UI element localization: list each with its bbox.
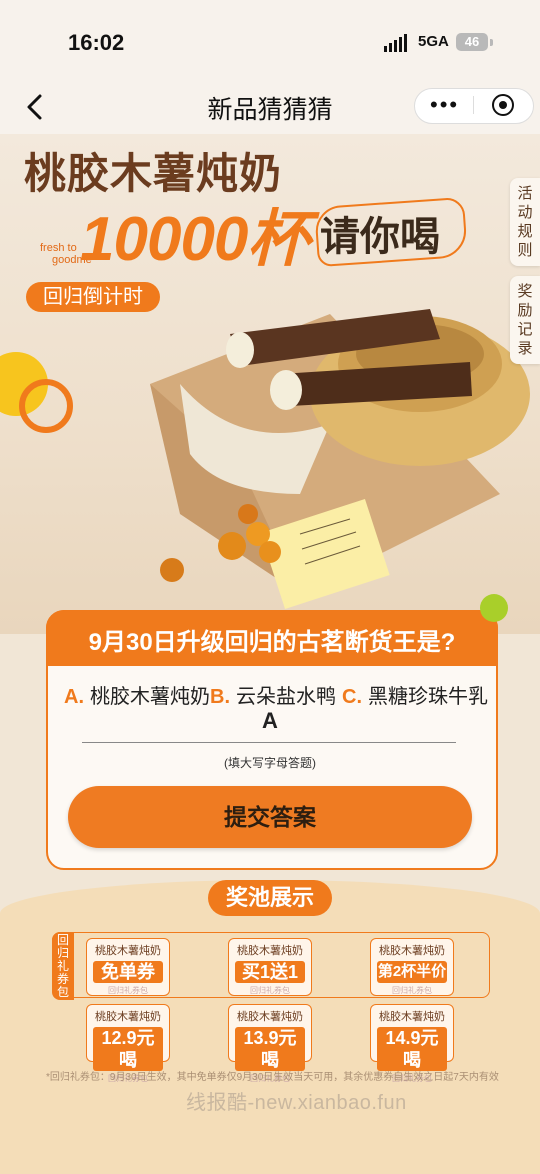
close-program-icon[interactable] <box>492 94 514 116</box>
decorative-dot <box>480 594 508 622</box>
coupon-card: 桃胶木薯炖奶 免单券 回归礼券包 <box>86 938 170 996</box>
watermark: 线报酷-new.xianbao.fun <box>186 1092 407 1114</box>
gift-pack-note: *回归礼券包：9月30日生效，其中免单券仅9月30日生效当天可用，其余优惠券自生… <box>46 1072 499 1083</box>
coupon-card: 桃胶木薯炖奶 买1送1 回归礼券包 <box>228 938 312 996</box>
status-time: 16:02 <box>68 30 125 55</box>
option-c: C. 黑糖珍珠牛乳 <box>342 686 488 708</box>
option-a: A. 桃胶木薯炖奶 <box>64 686 210 708</box>
prize-pool-title: 奖池展示 <box>208 880 332 916</box>
hero-invite-text: 请你喝 <box>320 215 440 259</box>
coupon-card: 桃胶木薯炖奶 第2杯半价 回归礼券包 <box>370 938 454 996</box>
reward-records-tab[interactable]: 奖励记录 <box>510 276 540 364</box>
hero-count: 10000杯 <box>80 205 309 274</box>
signal-icon <box>384 34 409 52</box>
capsule-divider <box>473 96 474 114</box>
coupon-card: 桃胶木薯炖奶 12.9元喝 回归礼券包 <box>86 1004 170 1083</box>
answer-input[interactable]: A <box>80 708 460 734</box>
battery-icon: 46 <box>456 33 488 51</box>
gift-pack-label: 回归礼券包 <box>52 932 74 1000</box>
coupon-card: 桃胶木薯炖奶 14.9元喝 回归礼券包 <box>370 1004 454 1083</box>
option-b: B. 云朵盐水鸭 <box>210 686 336 708</box>
network-type: 5GA <box>418 33 449 50</box>
quiz-question: 9月30日升级回归的古茗断货王是? <box>88 629 456 656</box>
answer-underline <box>82 742 456 743</box>
answer-hint: (填大写字母答题) <box>224 756 316 770</box>
reward-records-label: 奖励记录 <box>517 283 533 357</box>
coupon-card: 桃胶木薯炖奶 13.9元喝 回归礼券包 <box>228 1004 312 1083</box>
activity-rules-label: 活动规则 <box>517 185 533 259</box>
activity-rules-tab[interactable]: 活动规则 <box>510 178 540 266</box>
countdown-badge[interactable]: 回归倒计时 <box>26 282 160 312</box>
battery-tip <box>490 39 493 46</box>
more-options-icon[interactable]: ••• <box>430 94 459 116</box>
submit-answer-button[interactable]: 提交答案 <box>68 786 472 848</box>
